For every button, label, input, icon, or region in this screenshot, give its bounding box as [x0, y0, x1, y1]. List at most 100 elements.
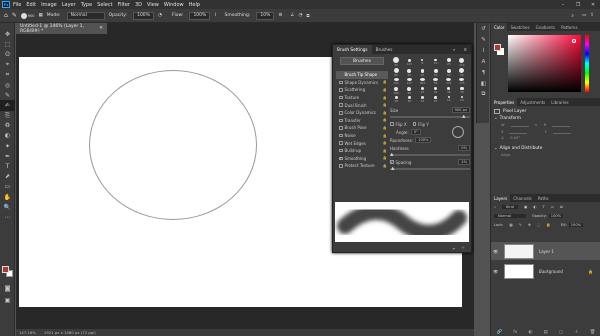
hue-slider[interactable] — [585, 35, 589, 92]
quick-mask-icon[interactable]: ◙ — [0, 283, 15, 293]
transform-header[interactable]: ⌄ Transform — [491, 115, 600, 122]
lock-artboard-icon[interactable]: ⬚ — [537, 223, 540, 227]
option-wet-edges[interactable]: Wet Edges 🔒 — [336, 139, 388, 147]
move-tool-icon[interactable]: ✥ — [0, 29, 15, 39]
option-checkbox[interactable] — [339, 148, 343, 153]
brush-tool-icon[interactable]: ✍ — [0, 100, 15, 111]
lock-all-icon[interactable]: 🔒 — [546, 223, 550, 227]
brush-preset-picker[interactable]: 900 — [20, 12, 35, 19]
brush-tip-preset[interactable]: 50 — [442, 68, 455, 78]
tab-brush-settings[interactable]: Brush Settings — [333, 45, 372, 54]
lock-position-icon[interactable]: ✥ — [528, 223, 531, 227]
brush-tip-preset[interactable]: 10 — [429, 57, 442, 68]
angle-value[interactable]: 0.00° — [510, 136, 520, 140]
flow-value[interactable]: 100% — [189, 11, 211, 20]
clone-stamp-tool-icon[interactable]: ⎘ — [0, 111, 15, 121]
option-checkbox[interactable] — [339, 141, 343, 145]
opacity-field[interactable]: 100% — [131, 11, 154, 20]
brush-tip-preset[interactable]: 14 — [442, 95, 455, 103]
angle-icon[interactable]: ∠ — [290, 13, 294, 18]
tab-layers[interactable]: Layers — [491, 194, 511, 202]
option-shape-dynamics[interactable]: Shape Dynamics 🔒 — [336, 79, 388, 87]
close-window-button[interactable]: ✕ — [586, 0, 600, 9]
workspace-icon[interactable]: ▭ — [582, 13, 586, 18]
brush-tip-preset[interactable]: 36 — [455, 86, 468, 95]
brush-tip-grid[interactable]: 30 123 8 10 25 112 60 50 25 30 50 60 100 127 284 80 174 1… — [390, 57, 468, 103]
panel-collapse-icon[interactable]: » — [449, 45, 460, 54]
brush-tip-preset[interactable]: 8 — [416, 57, 429, 68]
slider-knob[interactable] — [390, 152, 394, 156]
option-checkbox[interactable] — [339, 88, 343, 92]
gradient-tool-icon[interactable]: ✦ — [0, 141, 15, 151]
menu-edit[interactable]: Edit — [26, 2, 36, 8]
layer-name[interactable]: Background — [539, 269, 563, 274]
filter-shape-icon[interactable]: ▭ — [551, 205, 554, 209]
history-brush-tool-icon[interactable]: ♻ — [0, 121, 15, 131]
tab-patterns[interactable]: Patterns — [558, 23, 580, 31]
pen-tool-icon[interactable]: ✒ — [0, 151, 15, 161]
eyedropper-tool-icon[interactable]: ✎ — [0, 90, 15, 100]
brushes-icon[interactable]: ⌇ — [477, 45, 490, 56]
lock-icon[interactable]: 🔒 — [383, 80, 387, 84]
flow-field[interactable]: 100% — [187, 11, 211, 20]
spacing-checkbox-checked[interactable]: ✓ — [390, 160, 394, 164]
h-field[interactable] — [552, 123, 571, 128]
document-tab[interactable]: Untitled-1 @ 146% (Layer 1, RGB/8#) * ✕ — [16, 23, 108, 34]
brush-tip-preset[interactable]: 25 — [429, 95, 442, 103]
option-texture[interactable]: Texture 🔒 — [336, 94, 388, 102]
type-tool-icon[interactable]: T — [0, 161, 15, 171]
color-panel-foreground[interactable] — [494, 44, 501, 51]
foreground-color-swatch[interactable] — [2, 266, 9, 273]
brush-tip-preset[interactable]: 100 — [390, 78, 403, 86]
lock-paint-icon[interactable]: ✎ — [519, 223, 522, 227]
y-field[interactable] — [552, 130, 571, 134]
w-field[interactable] — [510, 123, 529, 128]
layer-style-icon[interactable]: fx — [513, 330, 517, 335]
menu-view[interactable]: View — [147, 2, 159, 8]
option-checkbox[interactable] — [339, 164, 343, 168]
kind-select[interactable]: Kind — [502, 204, 518, 209]
frame-tool-icon[interactable]: ◎ — [0, 80, 15, 90]
history-icon[interactable]: ↺ — [477, 23, 490, 34]
smoothing-options-icon[interactable]: ⚙ — [278, 13, 282, 18]
option-brush-tip-shape[interactable]: Brush Tip Shape — [336, 71, 388, 79]
option-transfer[interactable]: Transfer 🔒 — [336, 117, 388, 125]
paragraph-icon[interactable]: ¶ — [477, 67, 490, 78]
option-checkbox[interactable] — [339, 118, 343, 123]
option-checkbox-checked[interactable]: ✓ — [339, 156, 343, 160]
roundness-field[interactable]: 100% — [415, 137, 432, 143]
hardness-field[interactable]: 0% — [458, 145, 470, 151]
zoom-tool-icon[interactable]: 🔍 — [0, 202, 15, 212]
spacing-field[interactable]: 1% — [458, 159, 470, 165]
link-icon[interactable]: ∞ — [535, 123, 538, 127]
layer-mask-icon[interactable]: ◐ — [529, 330, 533, 335]
brush-tip-preset[interactable]: 30 — [429, 68, 442, 78]
layer-name[interactable]: Layer 1 — [539, 249, 554, 254]
option-checkbox[interactable] — [339, 80, 343, 85]
share-icon[interactable]: ⇪ — [590, 13, 594, 18]
size-slider[interactable] — [390, 114, 470, 118]
lock-icon[interactable]: 🔒 — [383, 164, 387, 168]
slider-knob[interactable] — [462, 114, 466, 118]
clone-source-icon[interactable]: ⧉ — [477, 89, 490, 100]
brush-tip-preset[interactable]: 30 — [390, 57, 403, 68]
link-layers-icon[interactable]: 🔗 — [497, 330, 503, 335]
filter-pixel-icon[interactable]: ▣ — [524, 205, 527, 209]
brush-tip-preset[interactable]: 60 — [390, 68, 403, 78]
quick-select-tool-icon[interactable]: ⌖ — [0, 60, 15, 70]
lock-icon[interactable]: 🔒 — [383, 118, 387, 122]
lock-icon[interactable]: 🔒 — [383, 156, 387, 160]
menu-layer[interactable]: Layer — [62, 2, 76, 8]
lock-icon[interactable]: 🔒 — [383, 111, 387, 115]
menu-filter[interactable]: Filter — [118, 2, 130, 8]
brush-tip-preset[interactable]: 32 — [416, 95, 429, 103]
filter-type-icon[interactable]: T — [542, 205, 544, 209]
lock-icon[interactable]: 🔒 — [383, 126, 387, 130]
symmetry-icon[interactable]: ⧉ — [306, 13, 309, 19]
flip-y-checkbox[interactable] — [412, 122, 417, 126]
lock-icon[interactable]: 🔒 — [383, 103, 387, 107]
tab-gradients[interactable]: Gradients — [533, 23, 559, 31]
tab-channels[interactable]: Channels — [510, 194, 535, 202]
size-field[interactable]: 900 px — [451, 107, 470, 113]
tab-swatches[interactable]: Swatches — [507, 23, 532, 31]
